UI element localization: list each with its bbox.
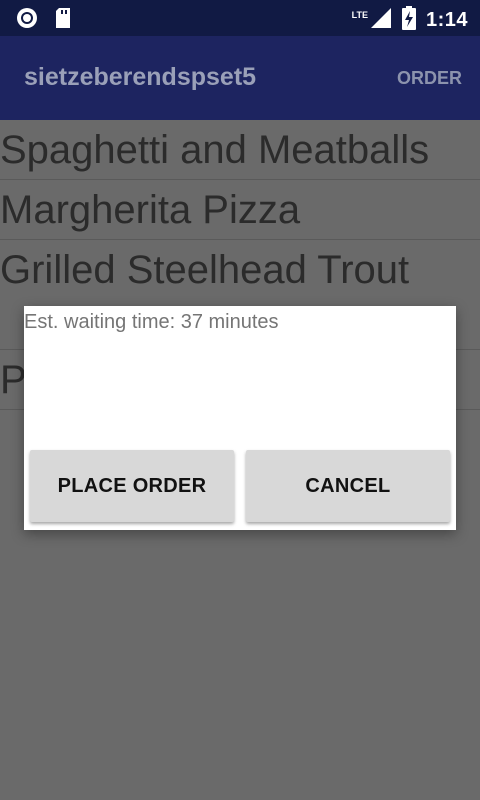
network-type-label: LTE	[351, 9, 368, 20]
record-icon	[16, 7, 38, 34]
order-action-button[interactable]: ORDER	[397, 68, 462, 89]
signal-icon	[370, 7, 392, 34]
battery-charging-icon	[401, 6, 416, 35]
clock: 1:14	[425, 9, 468, 31]
list-item[interactable]: Spaghetti and Meatballs	[0, 120, 480, 180]
place-order-button[interactable]: PLACE ORDER	[30, 450, 234, 522]
list-item[interactable]: Margherita Pizza	[0, 180, 480, 240]
sd-card-icon	[54, 7, 72, 34]
order-dialog: Est. waiting time: 37 minutes PLACE ORDE…	[24, 306, 456, 530]
waiting-time-message: Est. waiting time: 37 minutes	[24, 311, 279, 333]
app-bar: sietzeberendspset5 ORDER	[0, 36, 480, 120]
cancel-button[interactable]: CANCEL	[246, 450, 450, 522]
app-title: sietzeberendspset5	[24, 63, 257, 91]
status-bar: LTE 1:14	[0, 0, 480, 36]
